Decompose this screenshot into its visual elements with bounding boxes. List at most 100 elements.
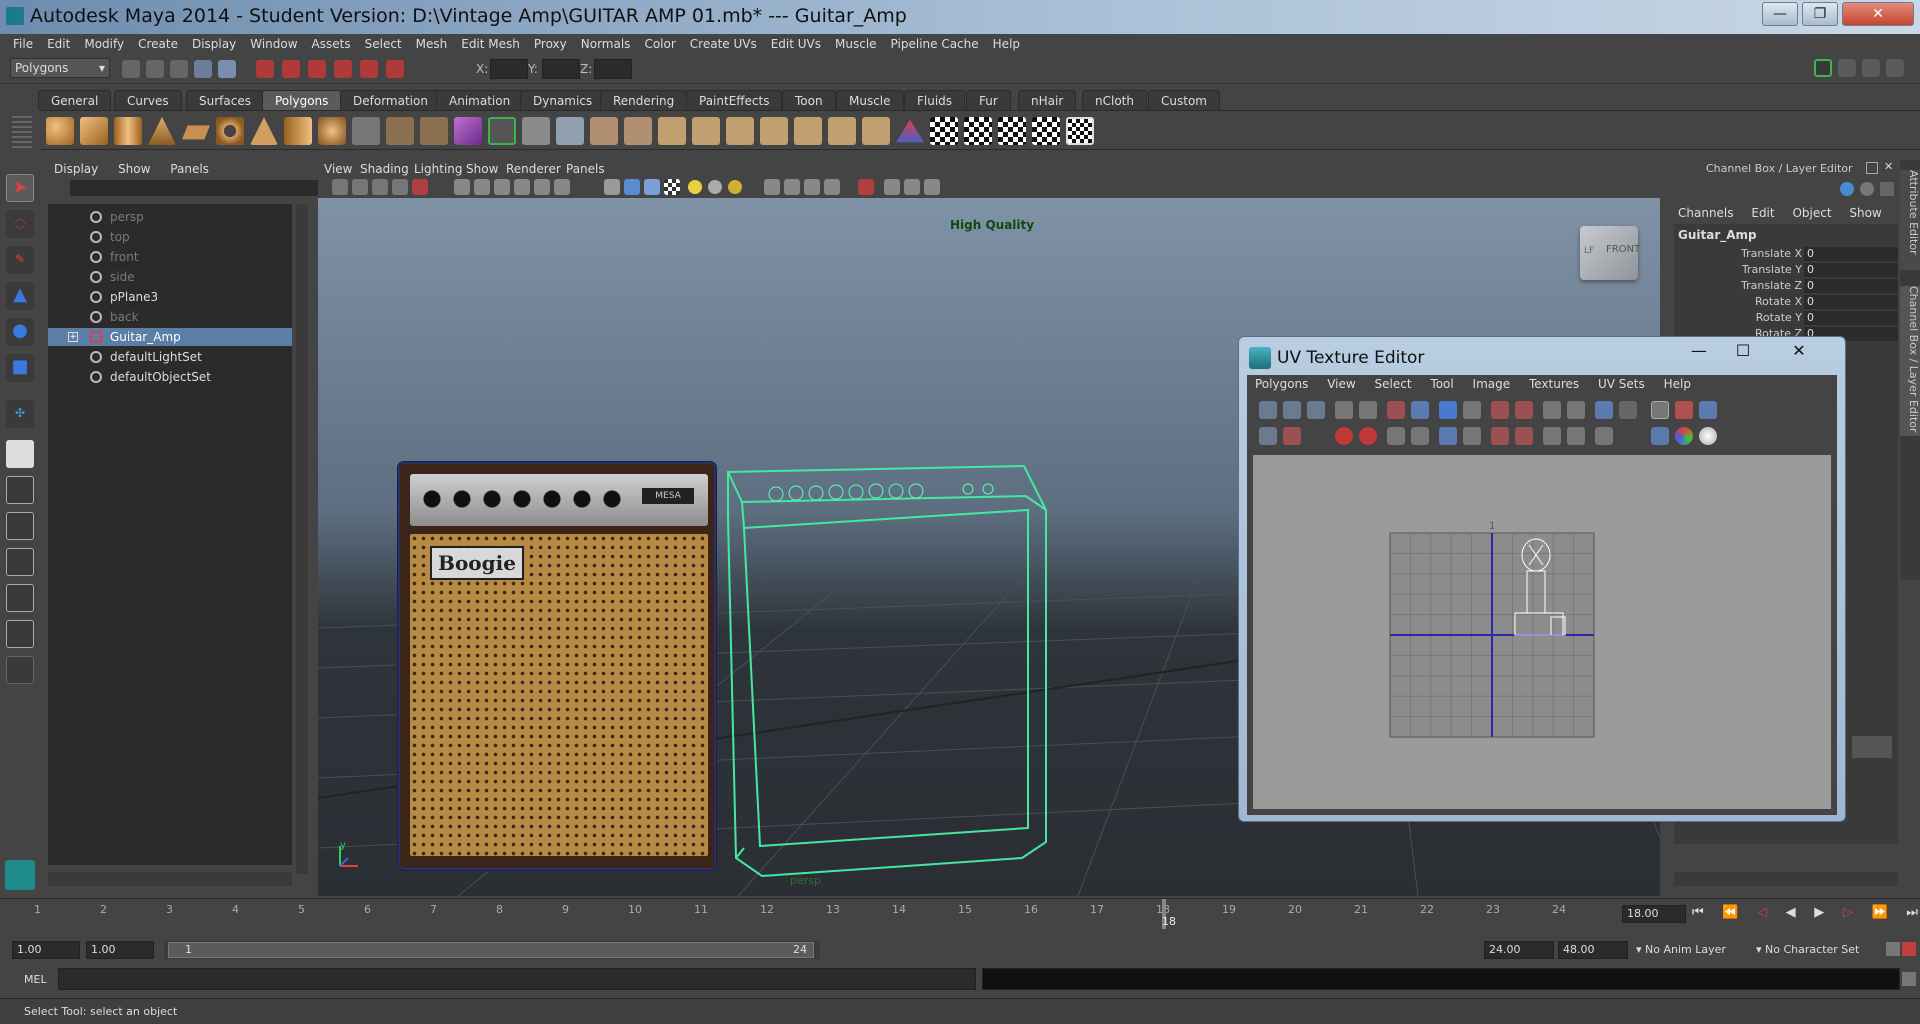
wireframe-amp-model[interactable] [716, 458, 1056, 878]
uv-tweak-icon[interactable] [1283, 427, 1301, 445]
menu-help[interactable]: Help [986, 34, 1027, 54]
tab-dynamics[interactable]: Dynamics [520, 90, 606, 110]
single-perspective-layout-icon[interactable] [6, 440, 34, 468]
resolution-gate-icon[interactable] [494, 179, 510, 195]
use-all-lights-icon[interactable] [688, 180, 702, 194]
channel-rotate-x[interactable]: Rotate X0 [1684, 294, 1900, 310]
channel-value[interactable]: 0 [1804, 263, 1898, 277]
rotate-uv-ccw-icon[interactable] [1335, 427, 1353, 445]
merge-icon[interactable] [794, 117, 822, 145]
isolate-select-icon[interactable] [858, 179, 874, 195]
channel-box-icon-b[interactable] [1860, 182, 1874, 196]
history-icon[interactable] [386, 60, 404, 78]
outliner-horizontal-scrollbar[interactable] [48, 872, 292, 886]
automatic-mapping-icon[interactable] [1032, 117, 1060, 145]
outliner-item-persp[interactable]: persp [48, 208, 292, 226]
select-tool-icon[interactable]: ➤ [6, 174, 34, 202]
snap-view-plane-icon[interactable] [334, 60, 352, 78]
map-uv-border-icon[interactable] [1439, 427, 1457, 445]
channel-box-icon-c[interactable] [1880, 182, 1894, 196]
minimize-button[interactable]: — [1762, 2, 1798, 26]
menu-edit-mesh[interactable]: Edit Mesh [454, 34, 527, 54]
film-gate-icon[interactable] [474, 179, 490, 195]
uv-texture-editor-icon[interactable] [1066, 117, 1094, 145]
uv-move-icon[interactable] [1283, 401, 1301, 419]
align-min-u-icon[interactable] [1491, 401, 1509, 419]
show-manipulator-icon[interactable]: ✣ [6, 400, 34, 428]
boolean-icon[interactable] [454, 117, 482, 145]
step-forward-frame-icon[interactable]: ▷ [1843, 905, 1853, 923]
tab-animation[interactable]: Animation [436, 90, 524, 110]
poly-pipe-icon[interactable] [284, 117, 312, 145]
menu-mesh[interactable]: Mesh [409, 34, 455, 54]
filter-image-icon[interactable] [1619, 401, 1637, 419]
menu-window[interactable]: Window [243, 34, 304, 54]
play-forwards-icon[interactable]: ▶ [1814, 905, 1824, 923]
viewport-menu-shading[interactable]: Shading [360, 162, 409, 176]
step-back-frame-icon[interactable]: ◁ [1757, 905, 1767, 923]
tab-ncloth[interactable]: nCloth [1082, 90, 1147, 110]
menu-muscle[interactable]: Muscle [828, 34, 884, 54]
time-slider-track[interactable]: 1 2 3 4 5 6 7 8 9 10 11 12 13 14 15 16 1… [16, 899, 1604, 929]
lasso-tool-icon[interactable]: ◌ [6, 210, 34, 238]
tab-deformation[interactable]: Deformation [340, 90, 441, 110]
tab-attribute-editor[interactable]: Attribute Editor [1900, 170, 1920, 270]
menu-modify[interactable]: Modify [77, 34, 131, 54]
mel-input[interactable] [58, 968, 976, 990]
menu-set-dropdown[interactable]: Polygons ▾ [10, 58, 110, 78]
sew-uv-icon[interactable] [1411, 401, 1429, 419]
uv-isolate-icon[interactable] [1543, 427, 1561, 445]
bookmarks-icon[interactable] [372, 179, 388, 195]
viewport-menu-renderer[interactable]: Renderer [506, 162, 561, 176]
uv-menu-help[interactable]: Help [1664, 377, 1691, 391]
flip-v-icon[interactable] [1359, 401, 1377, 419]
xray-joints-icon[interactable] [784, 179, 800, 195]
layer-editor-icon[interactable] [1886, 59, 1904, 77]
channel-value[interactable]: 0 [1804, 295, 1898, 309]
range-slider-handle[interactable]: 1 24 [168, 942, 814, 958]
channel-translate-z[interactable]: Translate Z0 [1684, 278, 1900, 294]
rotate-uv-cw-icon[interactable] [1359, 427, 1377, 445]
uv-close-button[interactable]: ✕ [1769, 341, 1829, 365]
bevel-icon[interactable] [760, 117, 788, 145]
toggle-grid-icon[interactable] [1651, 401, 1669, 419]
viewcube[interactable]: FRONT LF [1580, 226, 1640, 280]
expand-icon[interactable]: + [68, 332, 78, 342]
poly-helix-icon[interactable] [318, 117, 346, 145]
tab-curves[interactable]: Curves [114, 90, 182, 110]
channel-rotate-y[interactable]: Rotate Y0 [1684, 310, 1900, 326]
menu-edit-uvs[interactable]: Edit UVs [764, 34, 828, 54]
layout-uv-icon[interactable] [1463, 401, 1481, 419]
hypershade-layout-icon[interactable] [6, 584, 34, 612]
go-to-end-icon[interactable]: ⏭ [1906, 905, 1918, 923]
tab-fluids[interactable]: Fluids [904, 90, 966, 110]
tab-custom[interactable]: Custom [1148, 90, 1220, 110]
outliner-item-pplane3[interactable]: pPlane3 [48, 288, 292, 306]
outliner-item-side[interactable]: side [48, 268, 292, 286]
poly-sphere-icon[interactable] [46, 117, 74, 145]
menu-proxy[interactable]: Proxy [527, 34, 574, 54]
current-time-field[interactable]: 18.00 [1622, 905, 1686, 923]
pixel-snap-icon[interactable] [1675, 401, 1693, 419]
channels-icon[interactable] [1651, 427, 1669, 445]
high-quality-lighting-icon[interactable] [728, 180, 742, 194]
character-set-dropdown[interactable]: ▾ No Character Set [1756, 941, 1886, 959]
average-vertices-icon[interactable] [522, 117, 550, 145]
auto-key-icon[interactable] [1886, 942, 1900, 956]
rotate-tool-icon[interactable]: ● [6, 318, 34, 346]
uv-lattice-icon[interactable] [1307, 401, 1325, 419]
four-view-layout-icon[interactable] [6, 476, 34, 504]
layer-editor-buttons[interactable] [1852, 736, 1892, 758]
go-to-start-icon[interactable]: ⏮ [1692, 905, 1704, 923]
smooth-shade-icon[interactable] [624, 179, 640, 195]
split-polygon-icon[interactable] [658, 117, 686, 145]
snapshot-icon[interactable] [1567, 401, 1585, 419]
channel-value[interactable]: 0 [1804, 311, 1898, 325]
field-chart-icon[interactable] [534, 179, 550, 195]
poly-cylinder-icon[interactable] [114, 117, 142, 145]
uv-smudge-icon[interactable] [1259, 427, 1277, 445]
menu-color[interactable]: Color [637, 34, 682, 54]
planar-mapping-icon[interactable] [930, 117, 958, 145]
y-field[interactable] [542, 59, 580, 79]
uv-menu-select[interactable]: Select [1375, 377, 1412, 391]
